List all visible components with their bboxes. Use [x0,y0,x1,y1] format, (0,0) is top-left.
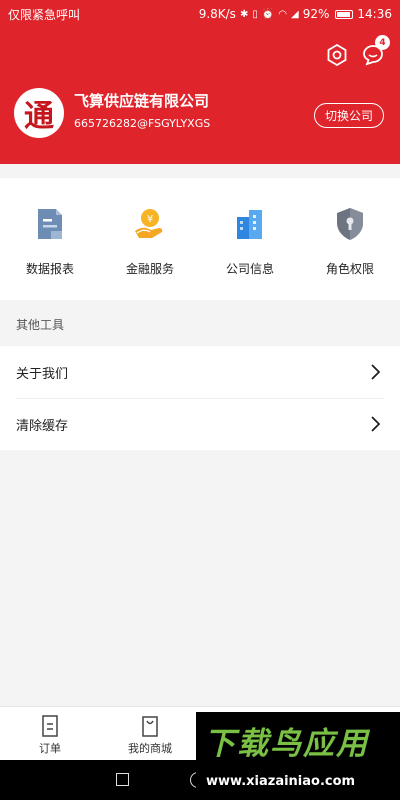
shield-icon [333,206,367,242]
tab-label: 订单 [39,742,61,755]
shop-icon [142,716,158,737]
company-code: 665726282@FSGYLYXGS [74,117,211,130]
notification-badge: 4 [375,35,390,50]
company-logo-char: 通 [24,99,54,134]
menu-item-permissions[interactable]: 角色权限 [300,178,400,300]
list-item-label: 关于我们 [16,366,69,382]
signal-icon: ◢ [291,8,299,20]
carrier-text: 仅限紧急呼叫 [8,7,81,22]
report-icon [33,206,67,242]
list-item-clear-cache[interactable]: 清除缓存 [0,398,400,450]
chevron-right-icon [371,364,380,380]
building-icon [233,206,267,242]
company-logo: 通 [14,88,64,138]
watermark-title: 下载鸟应用 [204,726,369,762]
status-bar: 仅限紧急呼叫 9.8K/s ✱ ▯ ⏰ ◠ ◢ 92% 14:36 [0,0,400,28]
bluetooth-icon: ✱ [239,8,249,20]
profile-header: 仅限紧急呼叫 9.8K/s ✱ ▯ ⏰ ◠ ◢ 92% 14:36 4 通 飞算… [0,0,400,164]
alarm-icon: ⏰ [261,8,275,20]
messages-button[interactable]: 4 [362,35,390,66]
status-right: 9.8K/s ✱ ▯ ⏰ ◠ ◢ 92% 14:36 [199,7,392,21]
recents-button[interactable] [116,773,129,786]
list-item-about[interactable]: 关于我们 [0,346,400,398]
menu-item-report[interactable]: 数据报表 [0,178,100,300]
order-icon [42,715,58,737]
menu-label: 角色权限 [325,262,374,276]
wifi-icon: ◠ [278,8,288,20]
settings-button[interactable] [326,44,348,66]
list-item-label: 清除缓存 [16,418,69,434]
company-name: 飞算供应链有限公司 [74,92,210,110]
tab-orders[interactable]: 订单 [0,707,100,760]
menu-item-company-info[interactable]: 公司信息 [200,178,300,300]
header-actions: 4 [326,35,390,66]
svg-text:¥: ¥ [147,214,153,225]
watermark: 下载鸟应用 www.xiazainiao.com [196,712,400,800]
section-title: 其他工具 [16,318,65,332]
menu-label: 数据报表 [25,262,74,276]
tab-my-shop[interactable]: 我的商城 [100,707,200,760]
gear-icon [327,44,347,66]
switch-company-button[interactable]: 切换公司 [314,103,384,128]
feature-menu: 数据报表 ¥ 金融服务 公司信息 角色权限 [0,178,400,300]
menu-item-finance[interactable]: ¥ 金融服务 [100,178,200,300]
finance-icon: ¥ [133,206,167,242]
watermark-url: www.xiazainiao.com [206,774,356,789]
tab-label: 我的商城 [128,742,172,755]
clock: 14:36 [357,7,392,21]
vibrate-icon: ▯ [252,8,258,20]
chevron-right-icon [371,416,380,432]
menu-label: 金融服务 [125,262,174,276]
battery-icon [335,9,354,19]
tools-list: 关于我们 清除缓存 [0,346,400,450]
menu-label: 公司信息 [225,262,274,276]
battery-percent: 92% [302,7,330,21]
network-speed: 9.8K/s [198,7,236,21]
